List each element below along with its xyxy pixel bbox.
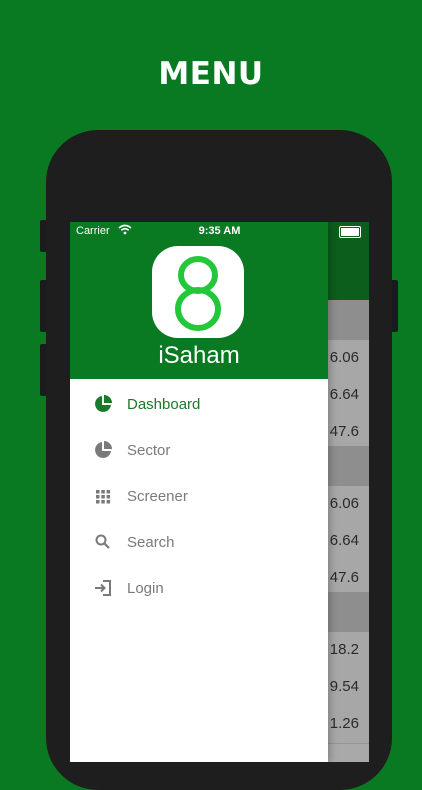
row-value: 6.64 — [329, 386, 359, 403]
phone-screen: 6.06 6.64 47.6 6.06 6.64 47.6 18.2 9.54 … — [70, 222, 369, 762]
battery-icon — [339, 226, 361, 238]
app-logo-icon — [152, 246, 244, 338]
status-bar: Carrier 9:35 AM — [70, 222, 369, 242]
row-value: 9.54 — [329, 678, 359, 695]
status-time: 9:35 AM — [198, 225, 241, 237]
menu-item-label: Dashboard — [127, 396, 201, 413]
menu-item-screener[interactable]: Screener — [70, 477, 328, 517]
grid-icon — [94, 487, 112, 505]
row-value: 6.64 — [329, 532, 359, 549]
menu-item-sector[interactable]: Sector — [70, 431, 328, 471]
menu-item-search[interactable]: Search — [70, 523, 328, 563]
row-value: 47.6 — [329, 423, 359, 440]
menu-item-label: Search — [127, 534, 175, 551]
pie-chart-icon — [94, 441, 112, 459]
menu-item-dashboard[interactable]: Dashboard — [70, 385, 328, 425]
search-icon — [94, 533, 112, 551]
pie-chart-icon — [94, 395, 112, 413]
row-value: 1.26 — [329, 715, 359, 732]
login-icon — [94, 579, 112, 597]
row-value: 6.06 — [329, 495, 359, 512]
row-value: 47.6 — [329, 569, 359, 586]
menu-item-label: Sector — [127, 442, 171, 459]
menu-item-label: Screener — [127, 488, 188, 505]
row-value: 6.06 — [329, 349, 359, 366]
drawer-header: iSaham — [70, 222, 328, 379]
row-value: 18.2 — [329, 641, 359, 658]
menu-item-login[interactable]: Login — [70, 569, 328, 609]
app-name: iSaham — [158, 342, 240, 369]
promo-headline: MENU — [158, 56, 264, 92]
menu-item-label: Login — [127, 580, 164, 597]
navigation-drawer: iSaham Dashboard Sector Screener Search … — [70, 222, 328, 762]
